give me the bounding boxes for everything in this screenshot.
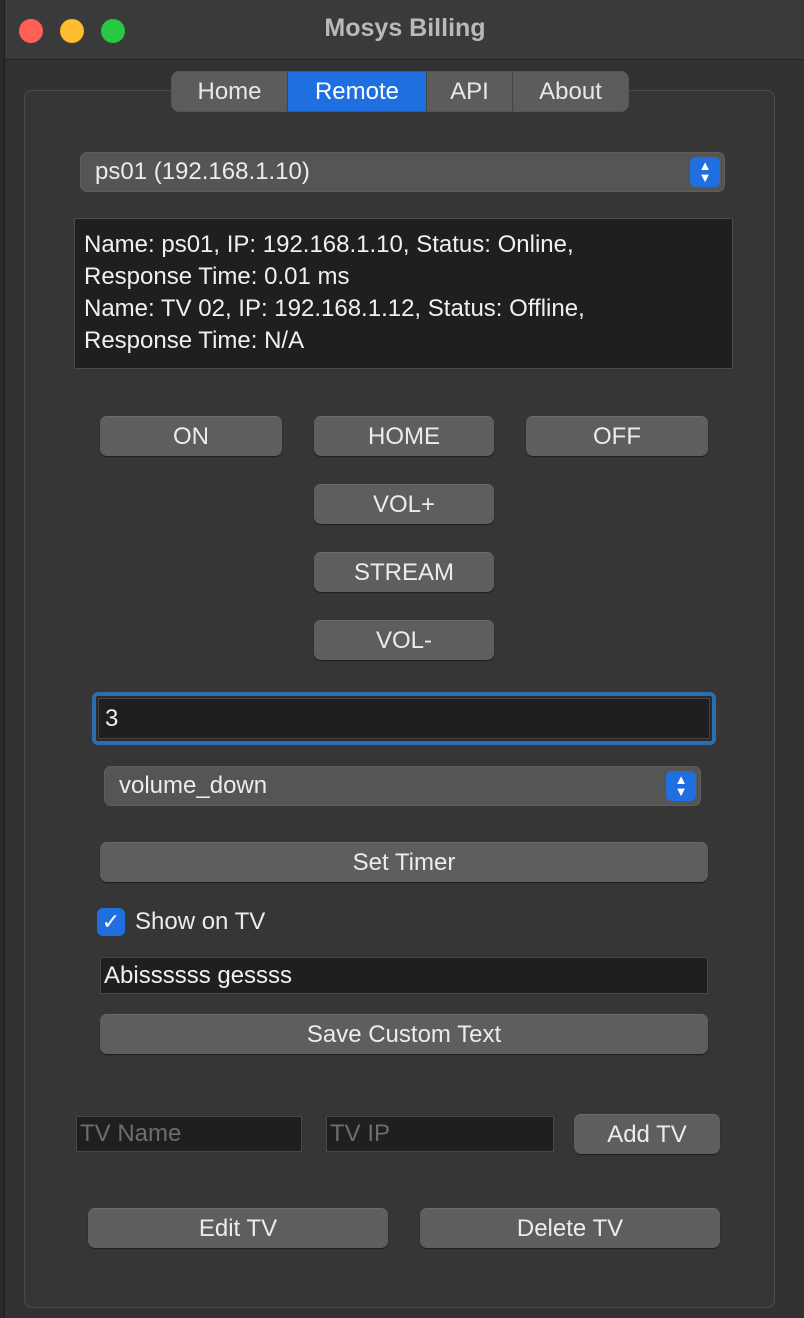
status-line: Name: ps01, IP: 192.168.1.10, Status: On…: [84, 231, 574, 258]
timer-input-value: 3: [98, 698, 710, 739]
tv-name-input[interactable]: TV Name: [76, 1116, 302, 1152]
save-custom-text-button[interactable]: Save Custom Text: [100, 1014, 708, 1054]
device-select[interactable]: ps01 (192.168.1.10) ▲ ▼: [80, 152, 725, 192]
chevron-up-down-icon: ▲ ▼: [666, 771, 696, 801]
show-on-tv-checkbox[interactable]: ✓: [97, 908, 125, 936]
show-on-tv-checkbox-row[interactable]: ✓ Show on TV: [97, 908, 265, 936]
off-button[interactable]: OFF: [526, 416, 708, 456]
action-select[interactable]: volume_down ▲ ▼: [104, 766, 701, 806]
edit-tv-button[interactable]: Edit TV: [88, 1208, 388, 1248]
action-select-value: volume_down: [119, 772, 268, 799]
volume-up-button[interactable]: VOL+: [314, 484, 494, 524]
status-line: Response Time: 0.01 ms: [84, 263, 350, 290]
device-select-value: ps01 (192.168.1.10): [95, 158, 310, 185]
volume-down-button[interactable]: VOL-: [314, 620, 494, 660]
timer-input[interactable]: 3: [92, 692, 716, 745]
tab-home[interactable]: Home: [172, 72, 288, 111]
status-line: Response Time: N/A: [84, 327, 305, 354]
device-status-box: Name: ps01, IP: 192.168.1.10, Status: On…: [74, 218, 733, 369]
on-button[interactable]: ON: [100, 416, 282, 456]
tab-remote[interactable]: Remote: [288, 72, 427, 111]
set-timer-button[interactable]: Set Timer: [100, 842, 708, 882]
chevron-up-down-icon: ▲ ▼: [690, 157, 720, 187]
delete-tv-button[interactable]: Delete TV: [420, 1208, 720, 1248]
checkmark-icon: ✓: [101, 909, 121, 934]
tab-bar: Home Remote API About: [171, 71, 629, 112]
title-bar: Mosys Billing: [5, 0, 804, 60]
custom-text-input[interactable]: Abissssss gessss: [100, 957, 708, 994]
tv-ip-input[interactable]: TV IP: [326, 1116, 554, 1152]
show-on-tv-label: Show on TV: [135, 908, 266, 935]
window-title: Mosys Billing: [324, 14, 486, 42]
tab-api[interactable]: API: [427, 72, 513, 111]
add-tv-button[interactable]: Add TV: [574, 1114, 720, 1154]
status-line: Name: TV 02, IP: 192.168.1.12, Status: O…: [84, 295, 585, 322]
stream-button[interactable]: STREAM: [314, 552, 494, 592]
home-button[interactable]: HOME: [314, 416, 494, 456]
tab-about[interactable]: About: [513, 72, 628, 111]
